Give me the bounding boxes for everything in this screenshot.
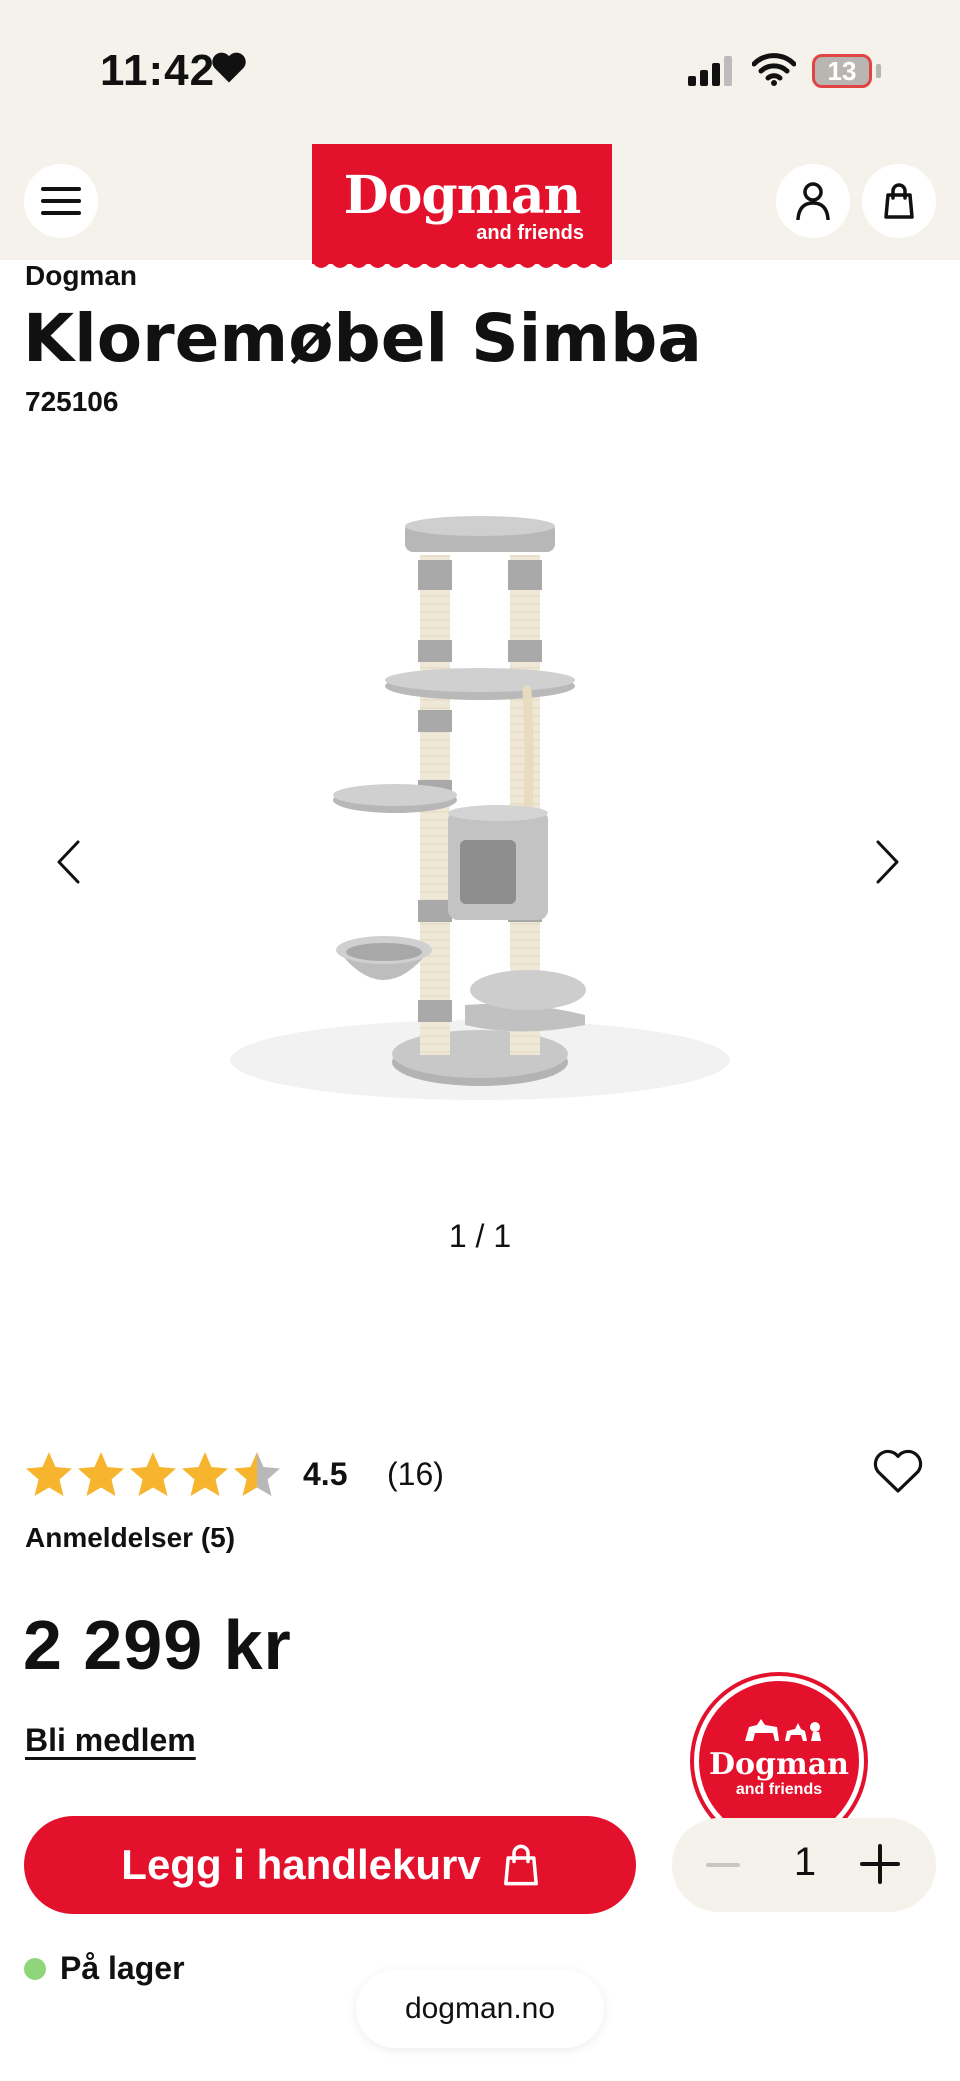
menu-button[interactable] bbox=[24, 164, 98, 238]
stock-indicator-dot bbox=[24, 1957, 46, 1980]
site-header: Dogman and friends bbox=[0, 140, 960, 268]
heart-icon bbox=[212, 52, 246, 83]
add-to-cart-label: Legg i handlekurv bbox=[121, 1841, 481, 1888]
product-brand[interactable]: Dogman bbox=[25, 260, 137, 292]
stock-label: På lager bbox=[60, 1950, 185, 1986]
star-icon bbox=[234, 1452, 280, 1496]
product-image[interactable] bbox=[120, 480, 840, 1140]
status-bar: 11:42 13 bbox=[0, 0, 960, 140]
chevron-left-icon[interactable] bbox=[56, 840, 80, 884]
rating-count[interactable]: (16) bbox=[387, 1456, 444, 1493]
badge-text: Dogman bbox=[709, 1747, 849, 1782]
account-button[interactable] bbox=[776, 164, 850, 238]
battery-cap bbox=[876, 64, 881, 78]
rating-value: 4.5 bbox=[303, 1456, 348, 1492]
quantity-value[interactable]: 1 bbox=[792, 1840, 818, 1885]
browser-url-bar[interactable]: dogman.no bbox=[356, 1970, 604, 2048]
cart-button[interactable] bbox=[862, 164, 936, 238]
star-icon bbox=[130, 1452, 176, 1496]
wifi-icon bbox=[752, 53, 796, 86]
user-icon bbox=[796, 182, 830, 220]
logo-text: Dogman bbox=[343, 165, 582, 226]
pets-silhouette-icon bbox=[745, 1719, 821, 1741]
chevron-right-icon[interactable] bbox=[876, 840, 900, 884]
plus-icon[interactable] bbox=[860, 1844, 900, 1884]
logo-subtext: and friends bbox=[476, 222, 584, 244]
image-counter: 1 / 1 bbox=[448, 1218, 512, 1254]
signal-icon bbox=[688, 56, 732, 86]
minus-icon[interactable] bbox=[706, 1848, 740, 1882]
hamburger-icon bbox=[41, 187, 81, 215]
status-time: 11:42 bbox=[100, 46, 216, 95]
badge-subtext: and friends bbox=[735, 1781, 823, 1798]
shopping-bag-icon bbox=[503, 1844, 538, 1886]
heart-outline-icon[interactable] bbox=[872, 1448, 924, 1494]
membership-link[interactable]: Bli medlem bbox=[25, 1722, 196, 1759]
logo-wave bbox=[312, 262, 612, 268]
product-sku: 725106 bbox=[25, 386, 119, 417]
stock-status: På lager bbox=[24, 1950, 185, 1987]
rating-stars[interactable] bbox=[24, 1450, 282, 1500]
battery-indicator: 13 bbox=[812, 54, 872, 88]
star-icon bbox=[182, 1452, 228, 1496]
shopping-bag-icon bbox=[884, 183, 914, 219]
product-price: 2 299 kr bbox=[23, 1606, 292, 1684]
dogman-logo[interactable]: Dogman and friends bbox=[312, 144, 612, 268]
star-icon bbox=[78, 1452, 124, 1496]
add-to-cart-button[interactable]: Legg i handlekurv bbox=[24, 1816, 636, 1914]
product-title: Kloremøbel Simba bbox=[23, 300, 702, 377]
star-icon bbox=[26, 1452, 72, 1496]
reviews-link[interactable]: Anmeldelser (5) bbox=[25, 1522, 235, 1554]
quantity-stepper: 1 bbox=[672, 1818, 936, 1912]
